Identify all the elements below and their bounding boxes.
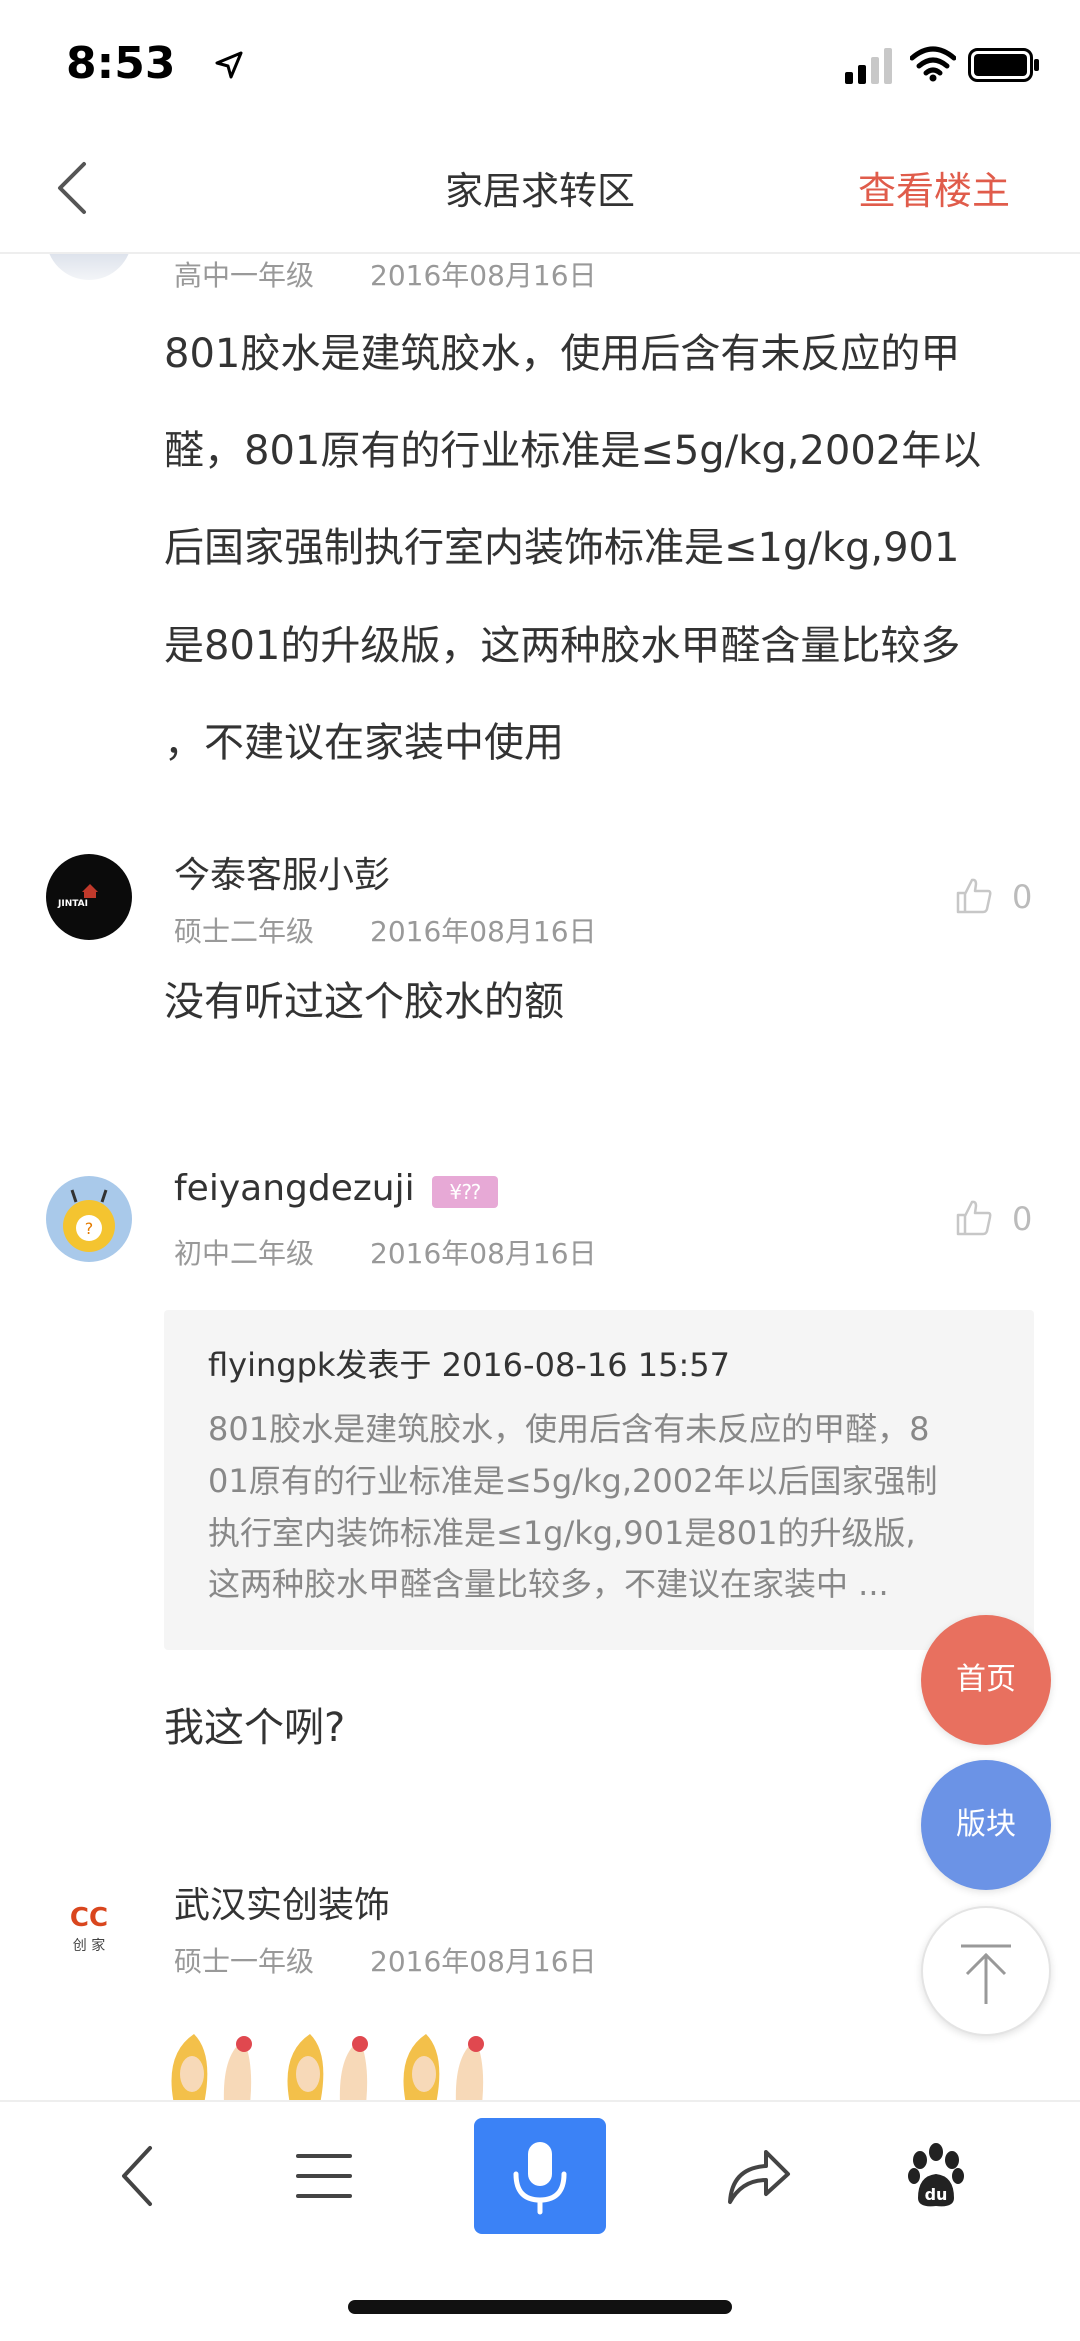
back-chevron-icon[interactable] [100, 2136, 180, 2216]
quote-text: 801胶水是建筑胶水，使用后含有未反应的甲醛，8 01原有的行业标准是≤5g/k… [208, 1410, 938, 1604]
user-name[interactable]: 武汉实创装饰 [174, 1876, 390, 1928]
post-list[interactable]: 高中一年级 2016年08月16日 801胶水是建筑胶水，使用后含有未反应的甲 … [0, 254, 1080, 2100]
avatar-logo-icon: CC 创 家 [70, 1903, 108, 1954]
user-level: 硕士二年级 [174, 915, 315, 948]
signal-icon [845, 48, 892, 84]
share-icon[interactable] [718, 2136, 798, 2216]
post-body: 801胶水是建筑胶水，使用后含有未反应的甲 醛，801原有的行业标准是≤5g/k… [164, 331, 982, 766]
voice-input-button[interactable] [474, 2118, 606, 2234]
svg-text:创 家: 创 家 [73, 1937, 105, 1954]
menu-icon[interactable] [284, 2136, 364, 2216]
svg-text:CC: CC [70, 1903, 108, 1933]
like-count: 0 [1012, 878, 1033, 916]
post-date: 2016年08月16日 [370, 915, 597, 948]
avatar[interactable]: ? [46, 1176, 132, 1262]
avatar[interactable]: CC 创 家 [46, 1884, 132, 1970]
home-indicator[interactable] [348, 2300, 732, 2314]
scroll-top-button[interactable] [921, 1906, 1051, 2036]
arrow-up-icon [961, 1944, 1011, 2004]
avatar[interactable] [46, 254, 132, 280]
status-time: 8:53 [66, 38, 176, 89]
quote-block[interactable]: flyingpk发表于 2016-08-16 15:57 801胶水是建筑胶水，… [164, 1310, 1034, 1650]
baidu-paw-icon[interactable]: du [896, 2136, 976, 2216]
svg-text:du: du [925, 2185, 948, 2204]
thumb-up-icon[interactable] [954, 1198, 994, 1238]
post-date: 2016年08月16日 [370, 259, 597, 292]
svg-text:JINTAI: JINTAI [57, 899, 88, 909]
view-op-only-button[interactable]: 查看楼主 [858, 160, 1010, 215]
like-count: 0 [1012, 1200, 1033, 1238]
user-name[interactable]: feiyangdezuji [174, 1168, 415, 1209]
section-fab-button[interactable]: 版块 [921, 1760, 1051, 1890]
avatar-cartoon-icon: ? [63, 1189, 115, 1252]
home-fab-button[interactable]: 首页 [921, 1615, 1051, 1745]
avatar-logo-icon: JINTAI [57, 884, 98, 909]
post-body: 没有听过这个胶水的额 [164, 979, 564, 1025]
battery-icon [968, 48, 1039, 82]
post-date: 2016年08月16日 [370, 1945, 597, 1978]
user-name[interactable]: 今泰客服小彭 [174, 846, 390, 898]
location-arrow-icon [215, 51, 243, 79]
thumb-up-icon[interactable] [954, 876, 994, 916]
wifi-icon [910, 46, 956, 82]
user-level: 硕士一年级 [174, 1945, 315, 1978]
sticker-image [171, 2034, 484, 2100]
vip-badge: ¥⁇ [432, 1176, 498, 1208]
quote-header: flyingpk发表于 2016-08-16 15:57 [208, 1346, 730, 1384]
microphone-icon [513, 2142, 567, 2215]
user-level: 初中二年级 [174, 1237, 315, 1270]
avatar[interactable]: JINTAI [46, 854, 132, 940]
bottom-toolbar: du [0, 2100, 1080, 2341]
post-body: 我这个咧? [164, 1705, 346, 1751]
svg-text:?: ? [85, 1219, 94, 1238]
post-date: 2016年08月16日 [370, 1237, 597, 1270]
user-level: 高中一年级 [174, 259, 315, 292]
